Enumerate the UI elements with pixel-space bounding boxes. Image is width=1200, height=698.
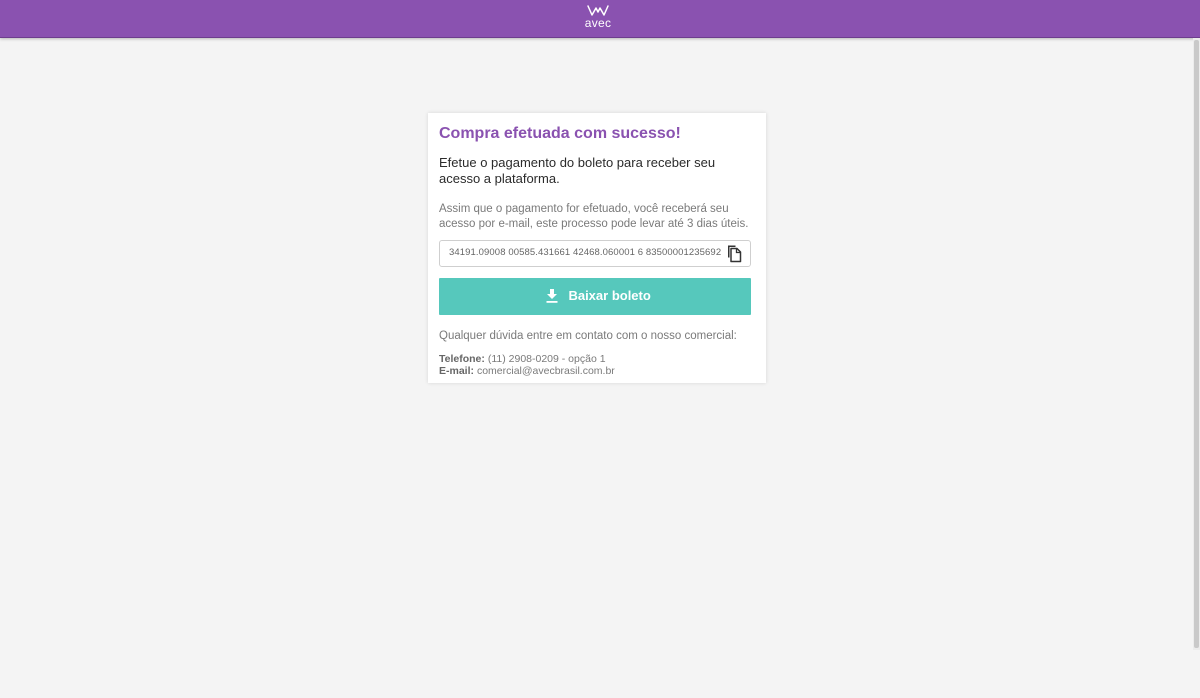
- barcode-field[interactable]: 34191.09008 00585.431661 42468.060001 6 …: [439, 240, 751, 267]
- payment-card: Compra efetuada com sucesso! Efetue o pa…: [428, 113, 766, 383]
- phone-line: Telefone: (11) 2908-0209 - opção 1: [439, 353, 606, 365]
- email-line: E-mail: comercial@avecbrasil.com.br: [439, 365, 615, 377]
- phone-label: Telefone:: [439, 353, 485, 365]
- scrollbar[interactable]: [1193, 38, 1200, 650]
- email-label: E-mail:: [439, 365, 475, 377]
- barcode-text[interactable]: 34191.09008 00585.431661 42468.060001 6 …: [449, 247, 721, 258]
- phone-value: (11) 2908-0209 - opção 1: [487, 353, 606, 365]
- success-title: Compra efetuada com sucesso!: [439, 125, 681, 142]
- download-button-label: Baixar boleto: [568, 288, 651, 303]
- email-value[interactable]: comercial@avecbrasil.com.br: [477, 365, 615, 377]
- avec-logo[interactable]: avec: [578, 5, 618, 33]
- download-icon: [545, 288, 559, 304]
- contact-intro: Qualquer dúvida entre em contato com o n…: [439, 330, 737, 342]
- payment-instruction: Efetue o pagamento do boleto para recebe…: [439, 155, 716, 186]
- copy-icon[interactable]: [725, 244, 743, 263]
- logo-text: avec: [584, 16, 612, 30]
- scrollbar-thumb[interactable]: [1194, 40, 1199, 648]
- top-bar: avec: [0, 0, 1200, 38]
- download-boleto-button[interactable]: Baixar boleto: [439, 278, 751, 315]
- access-info: Assim que o pagamento for efetuado, você…: [439, 203, 749, 230]
